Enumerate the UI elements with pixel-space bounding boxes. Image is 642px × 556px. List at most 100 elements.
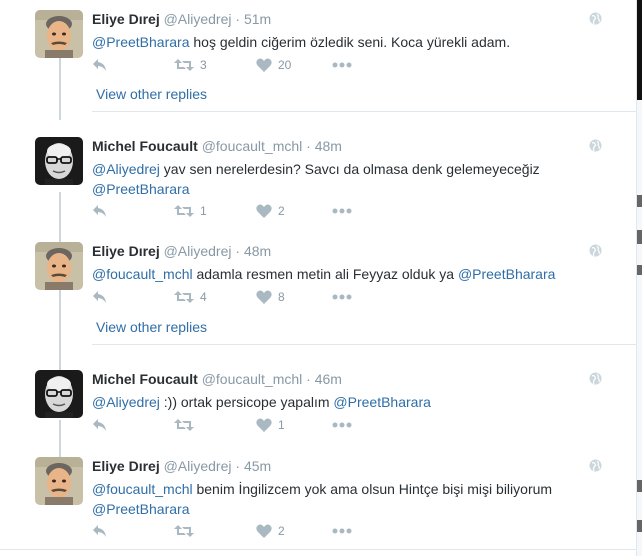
reply-button[interactable]: [92, 289, 108, 305]
separator-dot: ·: [235, 11, 241, 27]
tweet-actions: 3 20: [92, 57, 392, 73]
more-button[interactable]: [332, 523, 352, 539]
mention-link[interactable]: @PreetBharara: [92, 34, 189, 50]
timestamp[interactable]: 48m: [244, 243, 271, 259]
reply-button[interactable]: [92, 203, 108, 219]
retweet-button[interactable]: [174, 523, 200, 539]
like-button[interactable]: 2: [256, 203, 285, 219]
mention-link[interactable]: @foucault_mchl: [92, 481, 193, 497]
more-button[interactable]: [332, 417, 352, 433]
tweet-text-segment: adamla resmen metin ali Feyyaz olduk ya: [192, 266, 458, 282]
mention-link[interactable]: @Aliyedrej: [92, 161, 160, 177]
user-handle[interactable]: @Aliyedrej: [164, 243, 232, 259]
tweet-text: @foucault_mchl adamla resmen metin ali F…: [92, 264, 612, 284]
mention-link[interactable]: @Aliyedrej: [92, 394, 160, 410]
like-count: 8: [278, 290, 285, 304]
avatar[interactable]: [35, 370, 83, 418]
page-edge-mark: [637, 265, 642, 275]
retweet-icon: [174, 418, 194, 432]
scrollbar-thumb[interactable]: [637, 0, 642, 100]
retweet-button[interactable]: [174, 417, 200, 433]
page-edge-mark: [637, 195, 642, 207]
user-name[interactable]: Eliye Dırej: [92, 11, 160, 27]
tweet-header: Michel Foucault @foucault_mchl · 48m: [92, 137, 342, 155]
heart-icon: [256, 58, 272, 72]
retweet-button[interactable]: 1: [174, 203, 207, 219]
mention-link[interactable]: @PreetBharara: [333, 394, 430, 410]
retweet-button[interactable]: 4: [174, 289, 207, 305]
reply-icon: [92, 58, 108, 72]
tweet-text: @PreetBharara hoş geldin ciğerim özledik…: [92, 32, 612, 52]
tweet[interactable]: Michel Foucault @foucault_mchl · 46m @Ali…: [0, 370, 636, 435]
more-button[interactable]: [332, 57, 352, 73]
like-button[interactable]: 2: [256, 523, 285, 539]
heart-icon: [256, 290, 272, 304]
view-other-replies-link[interactable]: View other replies: [96, 319, 207, 335]
divider: [92, 344, 636, 345]
tweet-actions: 1: [92, 417, 392, 433]
avatar[interactable]: [35, 242, 83, 290]
globe-icon: [589, 12, 602, 25]
globe-icon: [589, 139, 602, 152]
like-count: 20: [278, 58, 292, 72]
divider: [92, 111, 636, 112]
reply-icon: [92, 204, 108, 218]
mention-link[interactable]: @PreetBharara: [458, 266, 555, 282]
user-name[interactable]: Michel Foucault: [92, 371, 198, 387]
tweet-text: @Aliyedrej yav sen nerelerdesin? Savcı d…: [92, 159, 612, 199]
user-name[interactable]: Eliye Dırej: [92, 458, 160, 474]
mention-link[interactable]: @PreetBharara: [92, 181, 189, 197]
like-button[interactable]: 1: [256, 417, 285, 433]
tweet-actions: 48: [92, 289, 392, 305]
divider: [0, 549, 636, 550]
tweet-header: Eliye Dırej @Aliyedrej · 51m: [92, 10, 271, 28]
tweet-header: Eliye Dırej @Aliyedrej · 48m: [92, 242, 271, 260]
more-button[interactable]: [332, 203, 352, 219]
timestamp[interactable]: 48m: [315, 138, 342, 154]
like-count: 2: [278, 524, 285, 538]
retweet-icon: [174, 290, 194, 304]
tweet[interactable]: Eliye Dırej @Aliyedrej · 48m @foucault_mc…: [0, 242, 636, 307]
like-button[interactable]: 8: [256, 289, 285, 305]
user-name[interactable]: Michel Foucault: [92, 138, 198, 154]
avatar[interactable]: [35, 457, 83, 505]
reply-button[interactable]: [92, 523, 108, 539]
reply-button[interactable]: [92, 417, 108, 433]
timestamp[interactable]: 46m: [315, 371, 342, 387]
more-button[interactable]: [332, 289, 352, 305]
retweet-button[interactable]: 3: [174, 57, 207, 73]
tweet-header: Eliye Dırej @Aliyedrej · 45m: [92, 457, 271, 475]
user-handle[interactable]: @Aliyedrej: [164, 11, 232, 27]
tweet-text-segment: :)) ortak persicope yapalım: [159, 394, 334, 410]
tweet[interactable]: Eliye Dırej @Aliyedrej · 45m @foucault_mc…: [0, 457, 636, 541]
avatar[interactable]: [35, 10, 83, 58]
mention-link[interactable]: @PreetBharara: [92, 501, 189, 517]
tweet-text: @Aliyedrej :)) ortak persicope yapalım @…: [92, 392, 612, 412]
tweet[interactable]: Michel Foucault @foucault_mchl · 48m @Ali…: [0, 137, 636, 221]
tweet-text-segment: hoş geldin ciğerim özledik seni. Koca yü…: [189, 34, 511, 50]
globe-icon: [589, 372, 602, 385]
separator-dot: ·: [235, 458, 241, 474]
avatar[interactable]: [35, 137, 83, 185]
tweet-text-segment: yav sen nerelerdesin? Savcı da olmasa de…: [159, 161, 540, 177]
separator-dot: ·: [235, 243, 241, 259]
user-handle[interactable]: @foucault_mchl: [202, 371, 303, 387]
view-other-replies-link[interactable]: View other replies: [96, 86, 207, 102]
page-edge-mark: [637, 480, 642, 492]
timestamp[interactable]: 45m: [244, 458, 271, 474]
retweet-icon: [174, 524, 194, 538]
heart-icon: [256, 204, 272, 218]
mention-link[interactable]: @foucault_mchl: [92, 266, 193, 282]
user-handle[interactable]: @Aliyedrej: [164, 458, 232, 474]
separator-dot: ·: [306, 371, 311, 387]
like-button[interactable]: 20: [256, 57, 291, 73]
reply-button[interactable]: [92, 57, 108, 73]
retweet-icon: [174, 58, 194, 72]
timestamp[interactable]: 51m: [244, 11, 271, 27]
like-count: 2: [278, 204, 285, 218]
user-handle[interactable]: @foucault_mchl: [202, 138, 303, 154]
reply-icon: [92, 418, 108, 432]
tweet[interactable]: Eliye Dırej @Aliyedrej · 51m @PreetBharar…: [0, 10, 636, 75]
separator-dot: ·: [306, 138, 311, 154]
user-name[interactable]: Eliye Dırej: [92, 243, 160, 259]
